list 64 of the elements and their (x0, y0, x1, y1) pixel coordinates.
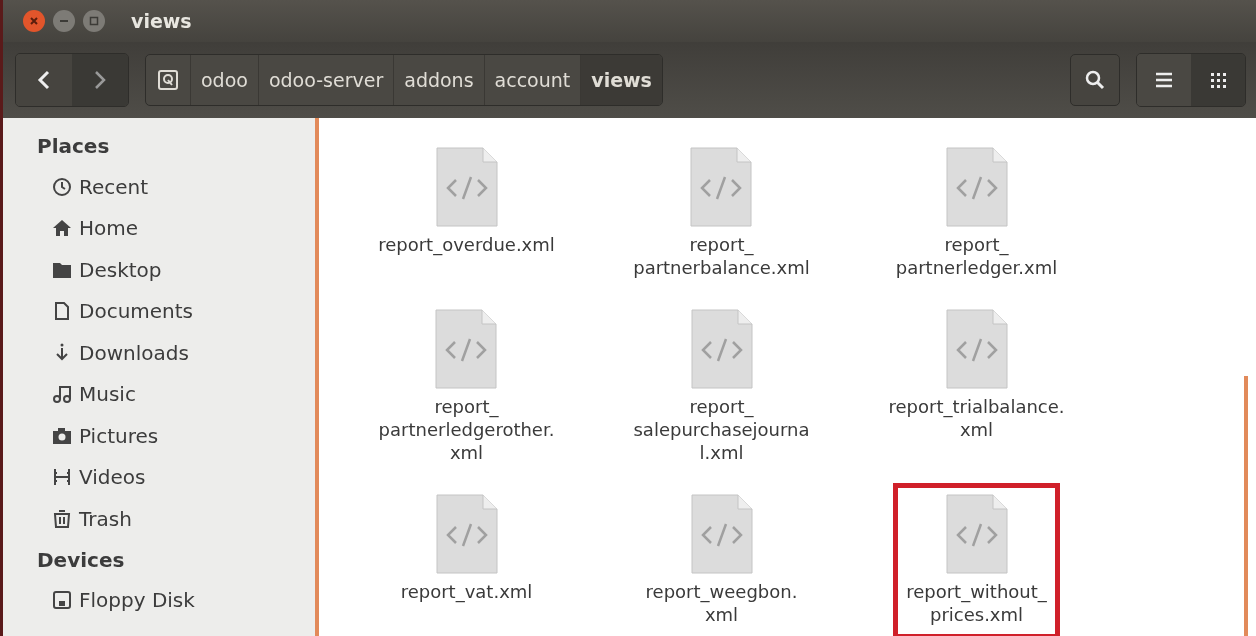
path-crumb[interactable]: views (580, 55, 662, 105)
sidebar-item[interactable]: Pictures (37, 415, 315, 457)
minimize-button[interactable] (53, 10, 75, 32)
search-button[interactable] (1070, 54, 1120, 106)
highlight-frame[interactable]: report_without_ prices.xml (893, 483, 1060, 636)
maximize-button[interactable] (83, 10, 105, 32)
section-heading: Places (37, 133, 111, 160)
code-file-icon (435, 147, 498, 227)
grid-view-button[interactable] (1191, 54, 1245, 106)
file-name: report_ partnerledgerother. xml (378, 395, 555, 464)
sidebar-item[interactable]: Downloads (37, 332, 315, 374)
file-name: report_vat.xml (400, 580, 533, 603)
sidebar-item[interactable]: Trash (37, 498, 315, 540)
code-file-icon (945, 147, 1008, 227)
code-file-icon (945, 494, 1008, 574)
file-name: report_overdue.xml (378, 233, 555, 256)
path-crumb[interactable]: addons (393, 55, 484, 105)
window-title: views (131, 10, 192, 32)
code-file-icon (435, 309, 498, 389)
sidebar-item[interactable]: Desktop (37, 249, 315, 291)
scrollbar[interactable] (1244, 376, 1248, 636)
code-file-icon (945, 309, 1008, 389)
sidebar-item[interactable]: Floppy Disk (37, 579, 315, 621)
file-name: report_ partnerbalance.xml (633, 233, 810, 279)
file-name: report_without_ prices.xml (906, 580, 1047, 626)
back-button[interactable] (16, 54, 72, 106)
close-button[interactable] (23, 10, 45, 32)
path-crumb[interactable]: odoo-server (257, 55, 394, 105)
code-file-icon (435, 494, 498, 574)
file-item[interactable]: report_ partnerbalance.xml (620, 136, 823, 292)
search-icon (1084, 69, 1106, 91)
file-name: report_ partnerledger.xml (895, 233, 1058, 279)
trash-icon (51, 507, 73, 530)
sidebar-item[interactable]: Recent (37, 166, 315, 208)
list-view-button[interactable] (1137, 54, 1191, 106)
list-icon (1155, 72, 1173, 88)
file-item[interactable]: report_ salepurchasejourna l.xml (620, 298, 823, 477)
drive-icon (157, 69, 179, 91)
section-heading: Devices (37, 546, 126, 574)
recent-icon (51, 175, 73, 198)
file-item[interactable]: report_trialbalance. xml (875, 298, 1078, 454)
file-name: report_trialbalance. xml (888, 395, 1065, 441)
sidebar-item[interactable]: Home (37, 207, 315, 249)
chevron-right-icon (93, 69, 107, 91)
sidebar-item[interactable]: Videos (37, 456, 315, 498)
file-item[interactable]: report_weegbon. xml (632, 483, 811, 636)
chevron-left-icon (37, 69, 51, 91)
file-item[interactable]: report_ partnerledgerother. xml (365, 298, 568, 477)
sidebar-item[interactable]: Music (37, 373, 315, 415)
maximize-icon (89, 16, 99, 26)
code-file-icon (690, 147, 753, 227)
close-icon (29, 16, 39, 26)
grid-icon (1209, 71, 1227, 89)
floppy-icon (51, 589, 73, 612)
code-file-icon (690, 494, 753, 574)
music-icon (51, 383, 73, 406)
file-item[interactable]: report_overdue.xml (365, 136, 568, 269)
sidebar-item[interactable]: Documents (37, 290, 315, 332)
file-item[interactable]: report_ partnerledger.xml (882, 136, 1071, 292)
file-item[interactable]: report_vat.xml (387, 483, 546, 616)
file-name: report_ salepurchasejourna l.xml (633, 395, 810, 464)
file-name: report_weegbon. xml (645, 580, 798, 626)
path-crumb[interactable]: odoo (190, 55, 258, 105)
code-file-icon (690, 309, 753, 389)
